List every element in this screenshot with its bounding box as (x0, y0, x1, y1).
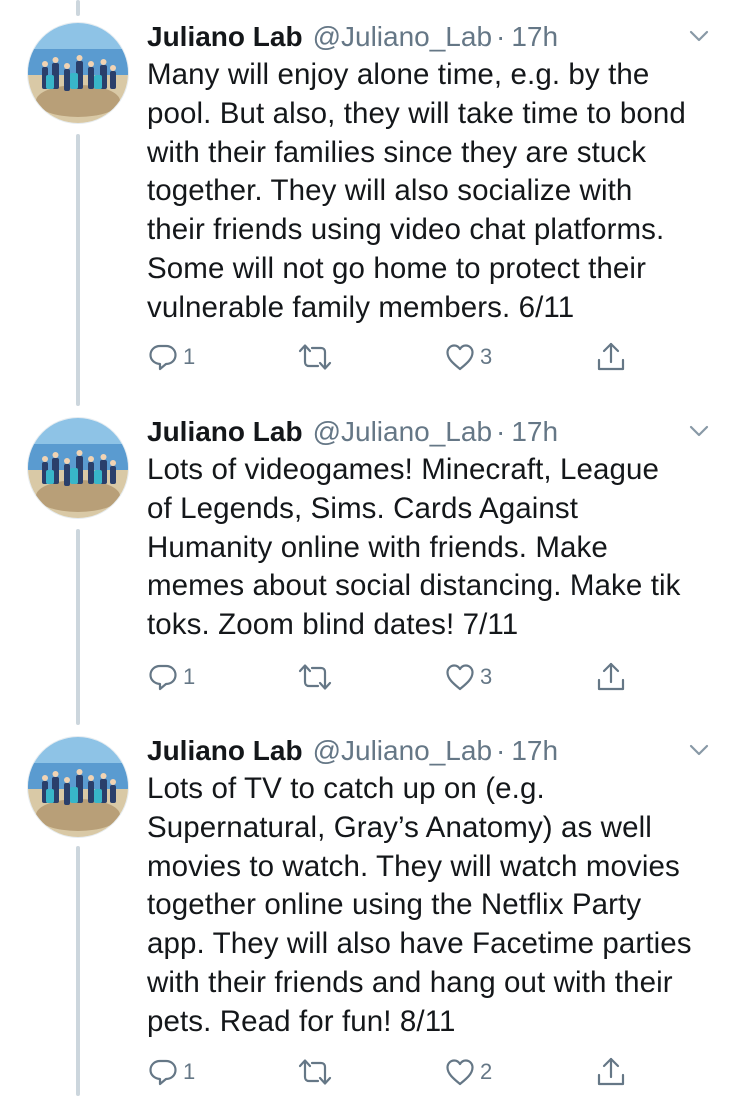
tweet-text: Lots of videogames! Minecraft, League of… (147, 453, 681, 642)
tweet-header: Juliano Lab @Juliano_Lab · 17h (147, 17, 716, 57)
timestamp[interactable]: 17h (511, 732, 558, 770)
avatar[interactable] (27, 736, 129, 838)
author-name[interactable]: Juliano Lab (147, 18, 303, 56)
like-icon (446, 344, 474, 371)
share-button[interactable] (594, 337, 628, 377)
chevron-down-icon[interactable] (682, 19, 716, 53)
share-button[interactable] (594, 1052, 628, 1092)
like-icon (446, 664, 474, 691)
timestamp[interactable]: 17h (511, 18, 558, 56)
author-handle[interactable]: @Juliano_Lab (313, 413, 492, 451)
separator: · (496, 416, 506, 447)
like-button[interactable]: 3 (444, 657, 492, 697)
avatar[interactable] (27, 22, 129, 124)
tweet[interactable]: Juliano Lab @Juliano_Lab · 17h Many will… (0, 0, 736, 400)
like-icon (446, 1059, 474, 1086)
author-name[interactable]: Juliano Lab (147, 732, 303, 770)
chevron-down-icon[interactable] (682, 414, 716, 448)
avatar[interactable] (27, 417, 129, 519)
separator: · (496, 735, 506, 766)
reply-icon (149, 1059, 177, 1086)
retweet-icon (298, 1059, 332, 1085)
reply-button[interactable]: 1 (147, 337, 195, 377)
retweet-icon (298, 344, 332, 370)
tweet-header: Juliano Lab @Juliano_Lab · 17h (147, 731, 716, 771)
reply-icon (149, 664, 177, 691)
separator: · (496, 21, 506, 52)
retweet-button[interactable] (297, 337, 333, 377)
avatar-photo (28, 418, 128, 518)
tweet-text: Many will enjoy alone time, e.g. by the … (147, 58, 686, 324)
tweet-actions: 1 3 (147, 337, 647, 377)
share-icon (597, 342, 625, 371)
tweet[interactable]: Juliano Lab @Juliano_Lab · 17h Lots of T… (0, 714, 736, 1096)
share-icon (597, 1057, 625, 1086)
avatar-photo (28, 737, 128, 837)
retweet-button[interactable] (297, 657, 333, 697)
tweet-actions: 1 2 (147, 1052, 647, 1092)
reply-count: 1 (183, 344, 196, 369)
reply-count: 1 (183, 1059, 196, 1084)
tweet-text: Lots of TV to catch up on (e.g. Supernat… (147, 772, 692, 1038)
tweet-header: Juliano Lab @Juliano_Lab · 17h (147, 412, 716, 452)
like-count: 3 (480, 344, 493, 369)
avatar-photo (28, 23, 128, 123)
chevron-down-icon[interactable] (682, 733, 716, 767)
like-button[interactable]: 3 (444, 337, 492, 377)
retweet-icon (298, 664, 332, 690)
timestamp[interactable]: 17h (511, 413, 558, 451)
tweet[interactable]: Juliano Lab @Juliano_Lab · 17h Lots of v… (0, 395, 736, 715)
share-icon (597, 662, 625, 691)
reply-button[interactable]: 1 (147, 1052, 195, 1092)
author-name[interactable]: Juliano Lab (147, 413, 303, 451)
tweet-actions: 1 3 (147, 657, 647, 697)
reply-button[interactable]: 1 (147, 657, 195, 697)
author-handle[interactable]: @Juliano_Lab (313, 732, 492, 770)
like-count: 3 (480, 664, 493, 689)
like-button[interactable]: 2 (444, 1052, 492, 1092)
share-button[interactable] (594, 657, 628, 697)
author-handle[interactable]: @Juliano_Lab (313, 18, 492, 56)
like-count: 2 (480, 1059, 493, 1084)
retweet-button[interactable] (297, 1052, 333, 1092)
reply-icon (149, 344, 177, 371)
reply-count: 1 (183, 664, 196, 689)
